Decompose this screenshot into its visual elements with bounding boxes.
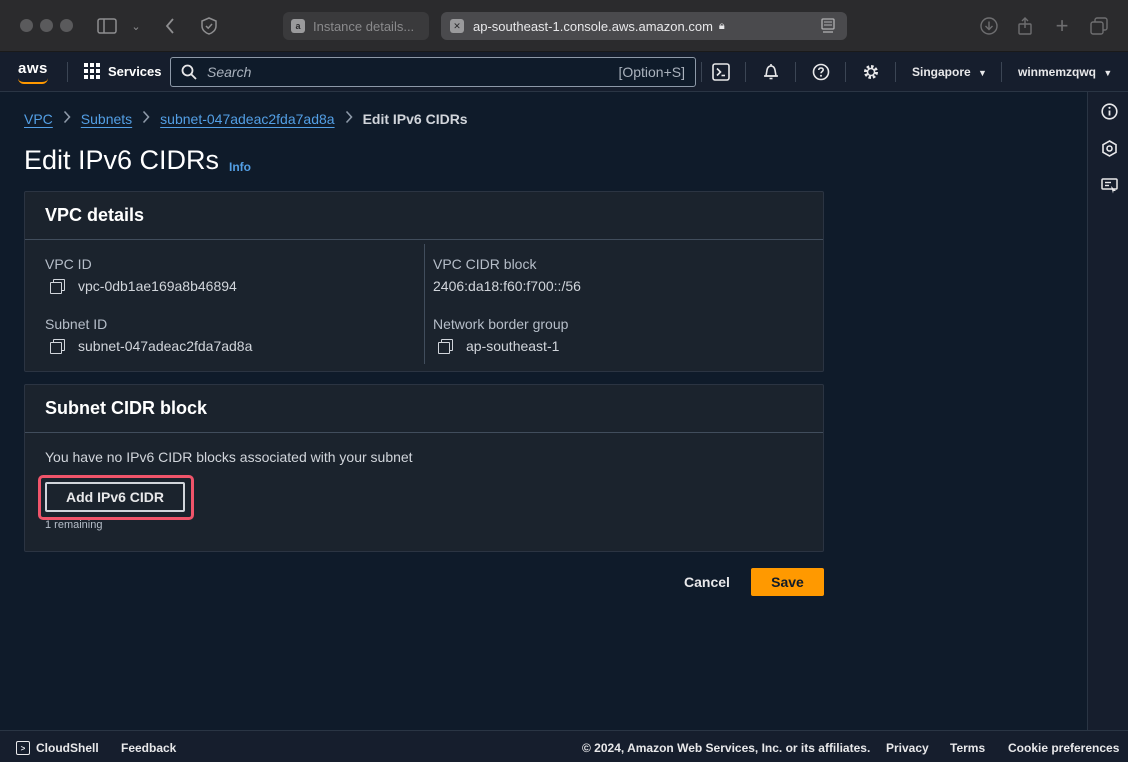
region-label: Singapore bbox=[912, 65, 971, 79]
minimize-window-button[interactable] bbox=[40, 19, 53, 32]
chevron-down-icon[interactable]: ⌄ bbox=[130, 14, 142, 38]
tab-label: Instance details... bbox=[313, 18, 415, 34]
caret-down-icon: ▼ bbox=[1103, 68, 1113, 78]
breadcrumb-current: Edit IPv6 CIDRs bbox=[362, 110, 468, 127]
page-title: Edit IPv6 CIDRs bbox=[24, 145, 220, 175]
help-icon[interactable] bbox=[811, 62, 831, 82]
browser-toolbar: ⌄ a Instance details... ✕ ap-southeast-1… bbox=[0, 0, 1128, 52]
tab-overview-icon[interactable] bbox=[1088, 14, 1110, 38]
close-tab-icon[interactable]: ✕ bbox=[450, 19, 464, 33]
download-icon[interactable] bbox=[978, 14, 1000, 38]
border-group-text: ap-southeast-1 bbox=[466, 338, 560, 354]
info-panel-icon[interactable] bbox=[1100, 102, 1118, 120]
breadcrumb-vpc[interactable]: VPC bbox=[24, 111, 53, 127]
region-selector[interactable]: Singapore ▼ bbox=[912, 65, 987, 79]
tab-instance-details[interactable]: a Instance details... bbox=[283, 12, 429, 40]
reader-icon[interactable] bbox=[821, 18, 835, 39]
search-icon bbox=[181, 64, 197, 80]
vpc-cidr-value: 2406:da18:f60:f700::/56 bbox=[433, 278, 581, 294]
divider bbox=[67, 62, 68, 82]
account-menu[interactable]: winmemzqwq ▼ bbox=[1018, 65, 1112, 79]
vpc-id-value: vpc-0db1ae169a8b46894 bbox=[50, 278, 237, 294]
back-icon[interactable] bbox=[160, 14, 180, 38]
divider bbox=[795, 62, 796, 82]
shield-icon[interactable] bbox=[198, 14, 220, 38]
network-border-group-value: ap-southeast-1 bbox=[438, 338, 559, 354]
aws-logo[interactable]: aws bbox=[18, 60, 48, 77]
divider bbox=[701, 62, 702, 82]
subnet-cidr-header: Subnet CIDR block bbox=[25, 385, 823, 433]
copyright-text: © 2024, Amazon Web Services, Inc. or its… bbox=[582, 741, 871, 755]
chevron-right-icon bbox=[142, 110, 150, 127]
chevron-right-icon bbox=[345, 110, 353, 127]
notifications-bell-icon[interactable] bbox=[761, 62, 781, 82]
privacy-link[interactable]: Privacy bbox=[886, 741, 929, 755]
cancel-button[interactable]: Cancel bbox=[672, 568, 742, 596]
side-utility-panel bbox=[1087, 92, 1128, 730]
console-footer: > CloudShell Feedback © 2024, Amazon Web… bbox=[0, 730, 1128, 762]
copy-icon[interactable] bbox=[438, 339, 453, 354]
info-link[interactable]: Info bbox=[229, 160, 251, 174]
aws-top-navigation: aws Services Search [Option+S] Singapore… bbox=[0, 52, 1128, 92]
terms-link[interactable]: Terms bbox=[950, 741, 985, 755]
close-window-button[interactable] bbox=[20, 19, 33, 32]
amazon-q-icon[interactable] bbox=[1100, 139, 1118, 157]
aws-smile-icon bbox=[18, 78, 48, 84]
vpc-cidr-label: VPC CIDR block bbox=[433, 256, 537, 272]
no-cidr-message: You have no IPv6 CIDR blocks associated … bbox=[45, 449, 413, 465]
search-placeholder: Search bbox=[207, 64, 252, 80]
copy-icon[interactable] bbox=[50, 279, 65, 294]
cloudshell-icon: > bbox=[16, 741, 30, 755]
divider bbox=[745, 62, 746, 82]
network-border-group-label: Network border group bbox=[433, 316, 569, 332]
vpc-id-label: VPC ID bbox=[45, 256, 92, 272]
tab-url: ap-southeast-1.console.aws.amazon.com bbox=[473, 18, 713, 34]
add-ipv6-cidr-button[interactable]: Add IPv6 CIDR bbox=[45, 482, 185, 512]
chevron-right-icon bbox=[63, 110, 71, 127]
cloudshell-label: CloudShell bbox=[36, 741, 99, 755]
share-icon[interactable] bbox=[1014, 14, 1036, 38]
tutorial-panel-icon[interactable] bbox=[1100, 176, 1118, 194]
sidebar-toggle-icon[interactable] bbox=[96, 14, 118, 38]
remaining-count: 1 remaining bbox=[45, 519, 103, 531]
divider bbox=[1001, 62, 1002, 82]
feedback-link[interactable]: Feedback bbox=[121, 741, 176, 755]
amazon-favicon-icon: a bbox=[291, 19, 305, 33]
subnet-id-label: Subnet ID bbox=[45, 316, 108, 332]
vpc-details-panel: VPC details VPC ID vpc-0db1ae169a8b46894… bbox=[24, 191, 824, 372]
divider bbox=[895, 62, 896, 82]
search-input[interactable]: Search [Option+S] bbox=[170, 57, 696, 87]
column-divider bbox=[424, 244, 425, 364]
breadcrumb-subnets[interactable]: Subnets bbox=[81, 111, 132, 127]
subnet-cidr-panel: Subnet CIDR block You have no IPv6 CIDR … bbox=[24, 384, 824, 552]
breadcrumb-subnet-id[interactable]: subnet-047adeac2fda7ad8a bbox=[160, 111, 334, 127]
tab-aws-console[interactable]: ✕ ap-southeast-1.console.aws.amazon.com … bbox=[441, 12, 847, 40]
new-tab-icon[interactable]: + bbox=[1051, 13, 1073, 38]
services-label: Services bbox=[108, 63, 162, 79]
vpc-id-text: vpc-0db1ae169a8b46894 bbox=[78, 278, 237, 294]
zoom-window-button[interactable] bbox=[60, 19, 73, 32]
caret-down-icon: ▼ bbox=[978, 68, 987, 78]
divider bbox=[845, 62, 846, 82]
vpc-details-header: VPC details bbox=[25, 192, 823, 240]
cookie-preferences-link[interactable]: Cookie preferences bbox=[1008, 741, 1119, 755]
services-button[interactable]: Services bbox=[84, 63, 162, 79]
cloudshell-icon[interactable] bbox=[711, 62, 731, 82]
breadcrumb: VPC Subnets subnet-047adeac2fda7ad8a Edi… bbox=[24, 110, 468, 127]
grid-icon bbox=[84, 63, 100, 79]
save-button[interactable]: Save bbox=[751, 568, 824, 596]
cloudshell-button[interactable]: > CloudShell bbox=[16, 741, 99, 755]
lock-icon: 🔒︎ bbox=[718, 19, 725, 32]
search-shortcut-hint: [Option+S] bbox=[618, 64, 685, 80]
settings-gear-icon[interactable] bbox=[861, 62, 881, 82]
account-label: winmemzqwq bbox=[1018, 65, 1097, 79]
subnet-id-value: subnet-047adeac2fda7ad8a bbox=[50, 338, 252, 354]
subnet-id-text: subnet-047adeac2fda7ad8a bbox=[78, 338, 253, 354]
copy-icon[interactable] bbox=[50, 339, 65, 354]
